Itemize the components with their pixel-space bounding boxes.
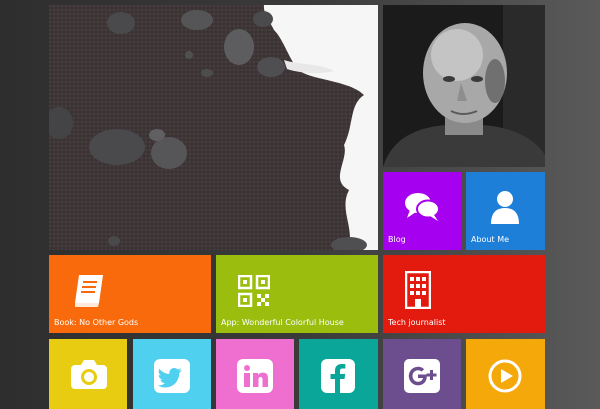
google-plus-icon	[404, 359, 440, 393]
tile-facebook[interactable]	[299, 339, 378, 409]
play-icon	[488, 359, 522, 393]
book-icon	[71, 273, 107, 309]
tile-label: Tech journalist	[388, 318, 446, 327]
tile-label: Book: No Other Gods	[54, 318, 139, 327]
twitter-icon	[154, 359, 190, 393]
tile-about-me[interactable]: About Me	[466, 172, 545, 250]
tile-book[interactable]: Book: No Other Gods	[49, 255, 211, 333]
user-icon	[490, 190, 520, 224]
camera-icon	[71, 359, 107, 389]
tile-label: About Me	[471, 235, 510, 244]
tile-blog[interactable]: Blog	[383, 172, 461, 250]
portrait-photo	[383, 5, 545, 167]
building-icon	[405, 271, 431, 309]
tile-app[interactable]: App: Wonderful Colorful House	[216, 255, 378, 333]
tile-label: App: Wonderful Colorful House	[221, 318, 344, 327]
qr-code-icon	[238, 275, 270, 307]
speech-bubbles-icon	[404, 192, 440, 222]
tile-label: Blog	[388, 235, 406, 244]
tile-linkedin[interactable]	[216, 339, 294, 409]
linkedin-icon	[237, 359, 273, 393]
hero-photo	[49, 5, 378, 250]
tile-camera[interactable]	[49, 339, 127, 409]
tile-twitter[interactable]	[133, 339, 211, 409]
tile-video[interactable]	[466, 339, 545, 409]
facebook-icon	[321, 359, 355, 393]
person-portrait-image	[383, 5, 545, 167]
beach-rocks-image	[49, 5, 378, 250]
tile-google-plus[interactable]	[383, 339, 461, 409]
tile-tech-journalist[interactable]: Tech journalist	[383, 255, 545, 333]
